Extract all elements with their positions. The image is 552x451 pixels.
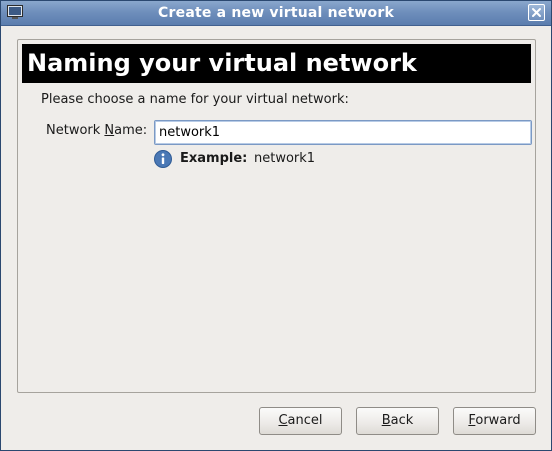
hint-label: Example: [180, 151, 248, 166]
cancel-button[interactable]: Cancel [259, 407, 342, 435]
forward-button[interactable]: Forward [453, 407, 536, 435]
info-icon [154, 150, 172, 168]
network-name-label-mnemonic: N [104, 123, 115, 138]
computer-screen-icon[interactable] [7, 5, 23, 20]
title-bar[interactable]: Create a new virtual network [1, 1, 551, 26]
page-title: Naming your virtual network [27, 49, 417, 77]
back-button-mnemonic: B [381, 413, 391, 428]
forward-button-label: orward [475, 413, 521, 428]
dialog-window: Create a new virtual network Naming your… [0, 0, 552, 451]
network-name-label-prefix: Network [46, 123, 105, 138]
back-button-label: ack [390, 413, 414, 428]
network-name-label-suffix: ame: [114, 123, 148, 138]
instructions-text: Please choose a name for your virtual ne… [41, 92, 349, 107]
network-name-label: Network Name: [46, 123, 147, 138]
content-frame: Naming your virtual network Please choos… [17, 39, 536, 393]
hint-value: network1 [254, 151, 316, 166]
back-button[interactable]: Back [356, 407, 439, 435]
close-icon[interactable] [528, 4, 545, 21]
header-banner: Naming your virtual network [22, 44, 531, 83]
network-name-input[interactable] [154, 120, 532, 145]
window-title: Create a new virtual network [158, 5, 394, 21]
cancel-button-label: ancel [287, 413, 323, 428]
cancel-button-mnemonic: C [278, 413, 288, 428]
